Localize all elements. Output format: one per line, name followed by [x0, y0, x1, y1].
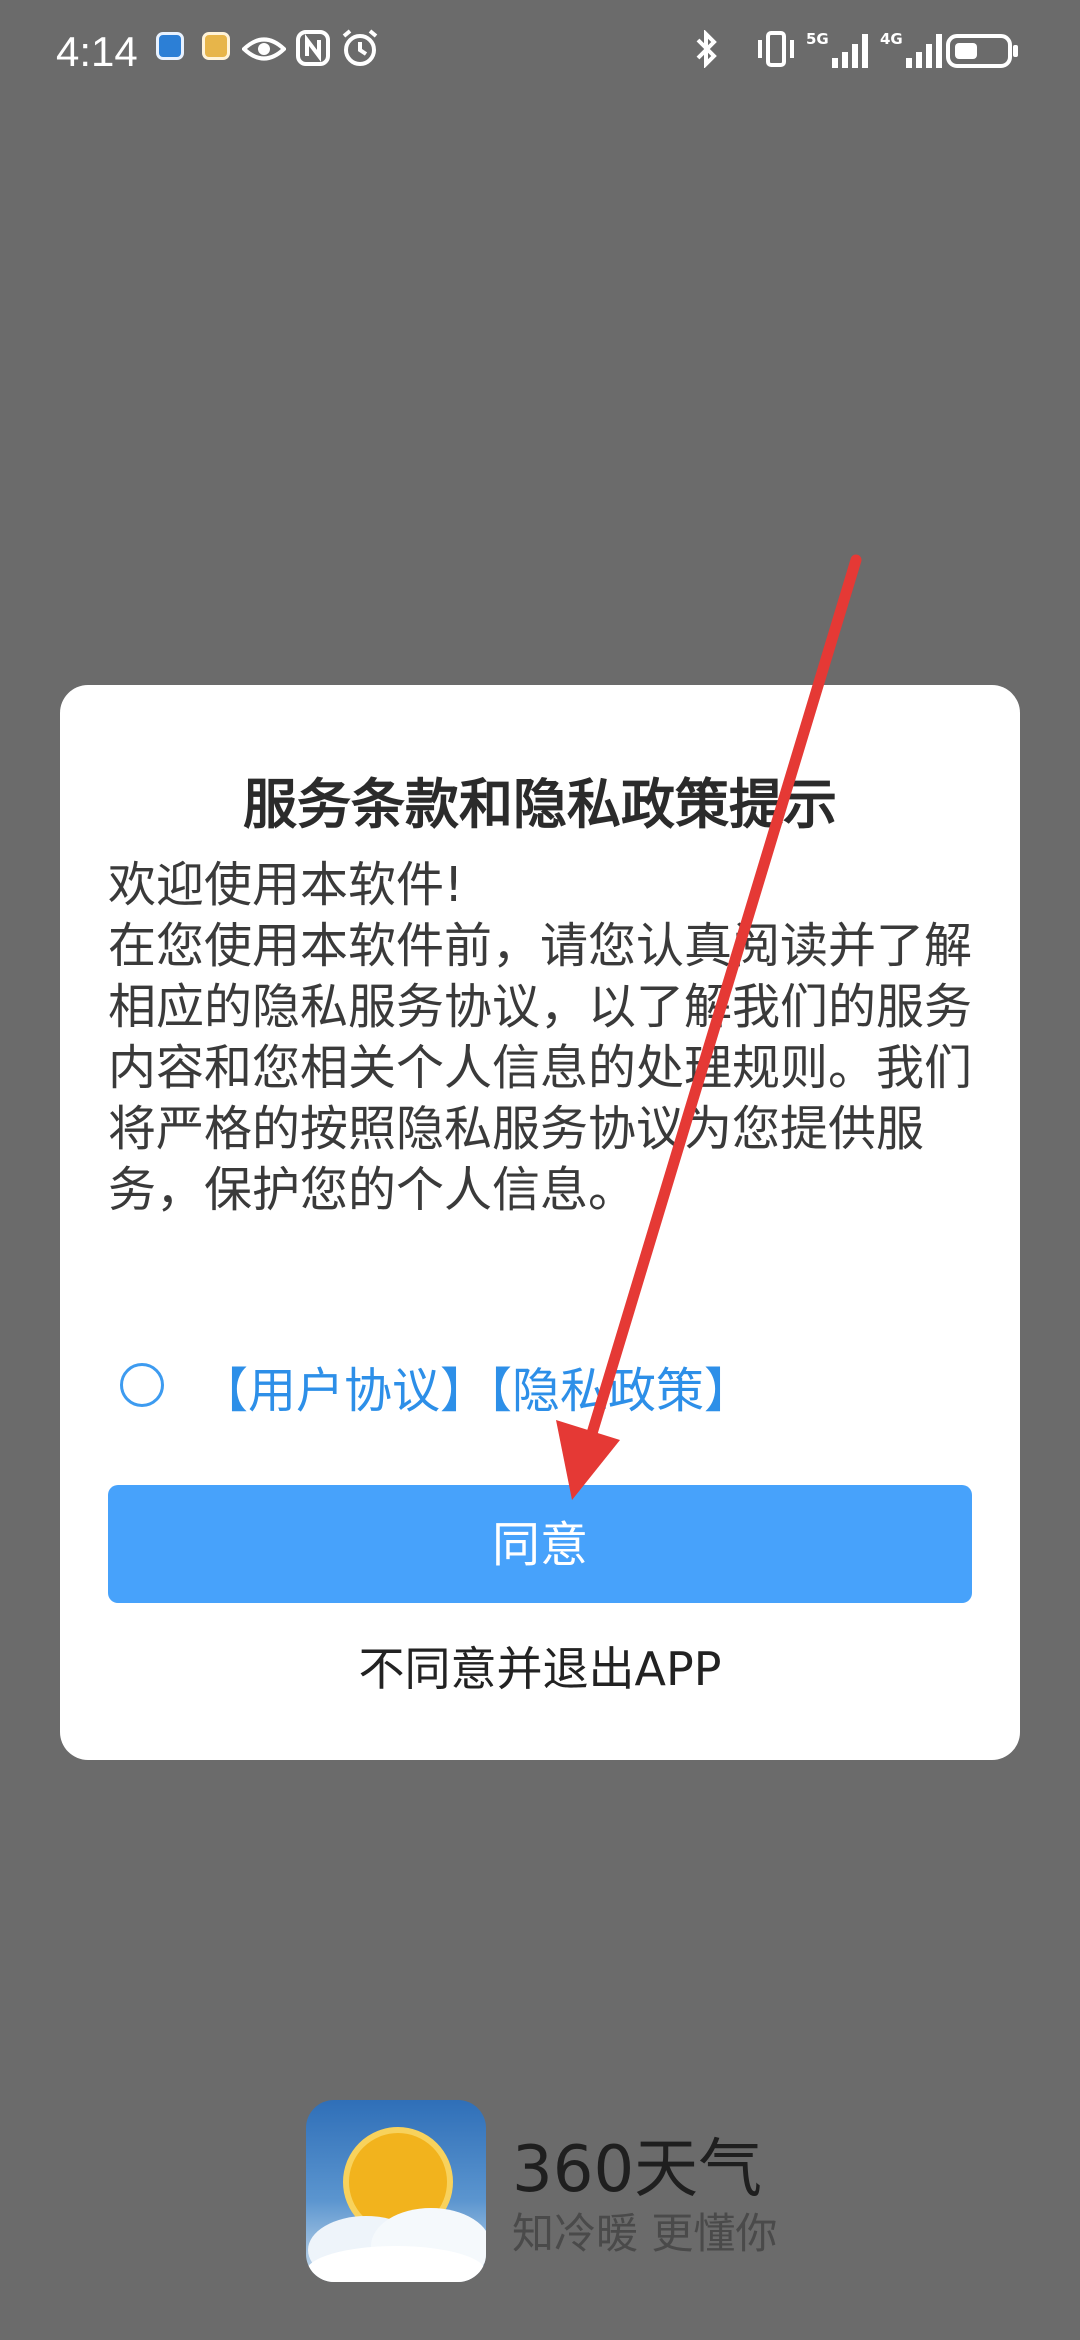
network-label: 4G: [880, 30, 903, 48]
eye-icon: [242, 37, 286, 61]
status-bar: 4:14 5G 4G: [0, 0, 1080, 110]
disagree-exit-link[interactable]: 不同意并退出APP: [60, 1633, 1020, 1699]
dialog-title: 服务条款和隐私政策提示: [243, 773, 837, 836]
app-notification-icon: [156, 32, 184, 60]
consent-radio[interactable]: [120, 1363, 164, 1407]
vibrate-icon: [758, 31, 794, 67]
nfc-icon: [296, 30, 330, 66]
status-time: 4:14: [56, 28, 138, 75]
welcome-text: 欢迎使用本软件!: [108, 857, 464, 913]
alarm-icon: [342, 29, 378, 66]
battery-icon: [946, 34, 1018, 68]
dialog-body: 欢迎使用本软件! 在您使用本软件前，请您认真阅读并了解相应的隐私服务协议，以了解…: [108, 855, 1008, 1221]
app-notification-icon: [202, 32, 230, 60]
app-name: 360天气: [512, 2133, 763, 2207]
signal-4g-icon: 4G: [880, 30, 942, 68]
bluetooth-icon: [696, 30, 717, 68]
agreement-links: 【用户协议】【隐私政策】: [200, 1351, 752, 1421]
notice-text: 在您使用本软件前，请您认真阅读并了解相应的隐私服务协议，以了解我们的服务内容和您…: [108, 918, 973, 1218]
user-agreement-link[interactable]: 【用户协议】: [200, 1363, 488, 1419]
privacy-policy-link[interactable]: 【隐私政策】: [488, 1363, 752, 1419]
agree-button[interactable]: 同意: [108, 1485, 972, 1603]
privacy-dialog: 服务条款和隐私政策提示 欢迎使用本软件! 在您使用本软件前，请您认真阅读并了解相…: [60, 685, 1020, 1760]
network-label: 5G: [806, 30, 829, 48]
app-slogan: 知冷暖 更懂你: [512, 2209, 778, 2258]
sun-cloud-icon: [306, 2127, 486, 2282]
signal-5g-icon: 5G: [806, 30, 868, 68]
app-logo: [306, 2100, 486, 2282]
